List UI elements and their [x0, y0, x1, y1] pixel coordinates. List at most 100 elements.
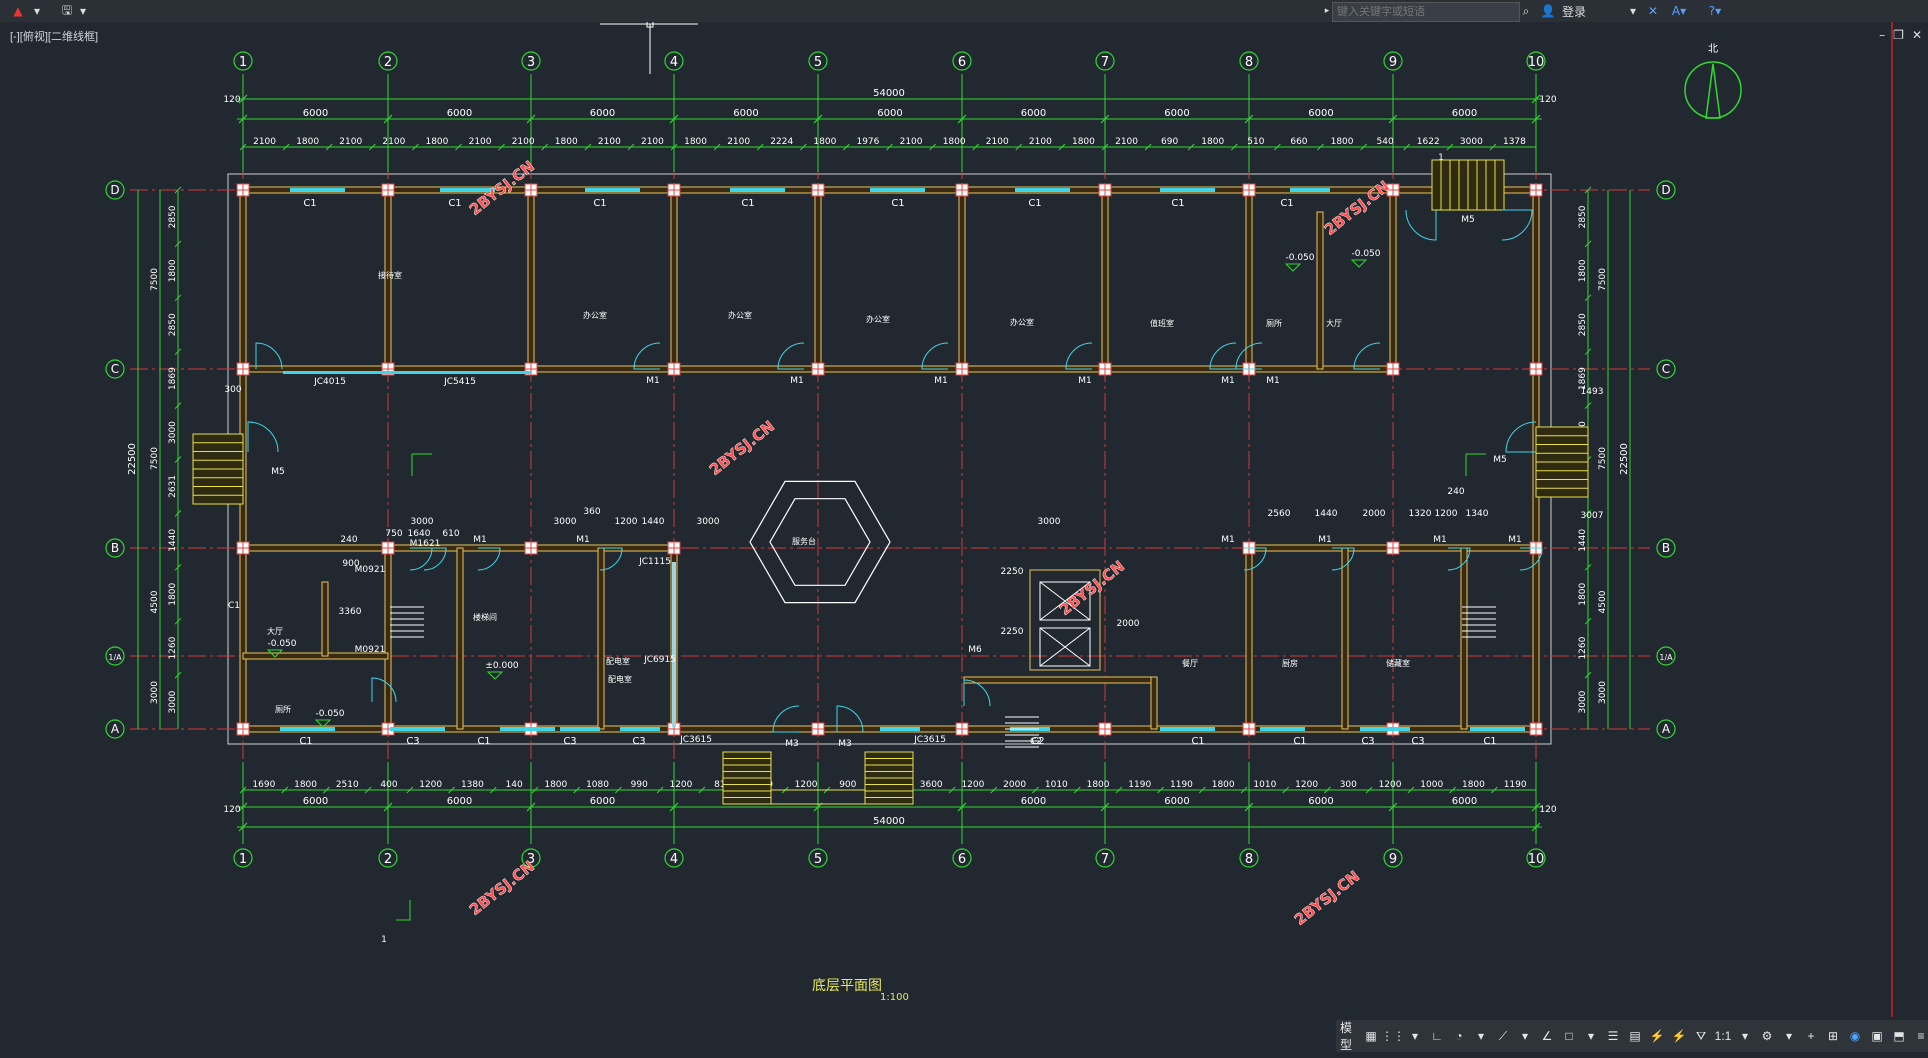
units-icon[interactable]: ⊞ [1824, 1025, 1842, 1047]
isodraft-icon[interactable]: ⟋ [1494, 1025, 1512, 1047]
sub-left-label: 3000 [168, 421, 178, 444]
help-icon[interactable]: ?▾ [1704, 1, 1726, 21]
window-band [880, 727, 920, 731]
tag-label: 750 [385, 529, 402, 539]
sub-bottom-label: 1200 [961, 780, 984, 790]
sub-top-label: 2100 [598, 137, 621, 147]
sub-top-label: 2224 [770, 137, 793, 147]
sub-top-label: 540 [1377, 137, 1394, 147]
tag-label: 3000 [554, 517, 577, 527]
scale-chevron-icon[interactable]: ▾ [1736, 1025, 1754, 1047]
search-input[interactable] [1332, 2, 1520, 22]
sub-left-label: 1869 [168, 367, 178, 390]
hardware-acceleration-icon[interactable]: ▣ [1868, 1025, 1886, 1047]
sub-bottom-label: 1800 [544, 780, 567, 790]
object-snap-tracking-icon[interactable]: ∠ [1538, 1025, 1556, 1047]
exchange-x-icon[interactable]: ✕ [1644, 1, 1662, 21]
save-icon[interactable]: 🖫 [56, 1, 78, 21]
corner-mark [411, 453, 432, 476]
wall-v [1389, 189, 1397, 370]
window-band [620, 727, 660, 731]
auto-scale-icon[interactable]: ⚡ [1670, 1025, 1688, 1047]
side-total-label: 22500 [1619, 443, 1630, 475]
clean-screen-icon[interactable]: ⬒ [1890, 1025, 1908, 1047]
object-snap-icon[interactable]: □ [1560, 1025, 1578, 1047]
tag-label: JC1115 [638, 557, 671, 567]
watermark-text: 2BYSJ.CN [706, 417, 778, 479]
app-menu-chevron-icon[interactable]: ▾ [32, 1, 42, 21]
workspace-gear-icon[interactable]: ⚙ [1758, 1025, 1776, 1047]
room-label: 厕所 [275, 704, 291, 714]
search-arrow-icon[interactable]: ▸ [1322, 0, 1332, 22]
model-tab[interactable]: 模型 [1340, 1021, 1358, 1052]
sub-bottom-label: 1080 [586, 780, 609, 790]
grid-icon[interactable]: ▦ [1362, 1025, 1380, 1047]
window-tag: C3 [1411, 736, 1424, 747]
bay-bottom-label: 6000 [303, 796, 328, 807]
north-arrow [1684, 61, 1742, 119]
binoculars-icon[interactable]: ⌕ [1518, 1, 1534, 21]
sub-top-label: 1800 [555, 137, 578, 147]
sub-bottom-label: 3600 [920, 780, 943, 790]
sub-top-label: 2100 [900, 137, 923, 147]
isodraft-chevron-icon[interactable]: ▾ [1516, 1025, 1534, 1047]
login-chevron-icon[interactable]: ▾ [1628, 1, 1638, 21]
snap-icon[interactable]: ⋮⋮ [1381, 1025, 1405, 1047]
workspace-chevron-icon[interactable]: ▾ [1780, 1025, 1798, 1047]
plus-icon[interactable]: + [1802, 1025, 1820, 1047]
annotation-scale-icon[interactable]: ⛛ [1692, 1025, 1710, 1047]
tag-label: C2 [1030, 737, 1042, 747]
sub-top-label: 1800 [813, 137, 836, 147]
bay-bottom-label: 6000 [1164, 796, 1189, 807]
annotation-visibility-icon[interactable]: ⚡ [1648, 1025, 1666, 1047]
tag-label: M3 [838, 739, 852, 749]
sub-right-label: 2850 [1578, 205, 1588, 228]
tag-label: 3007 [1581, 511, 1604, 521]
customization-menu-icon[interactable]: ≡ [1912, 1025, 1928, 1047]
edge-dim-label: 120 [223, 95, 240, 105]
axis-bubble-label: 10 [1528, 55, 1545, 70]
user-icon[interactable]: 👤 [1540, 1, 1556, 21]
infer-constraints-icon[interactable]: ∟ [1428, 1025, 1446, 1047]
door-swing [1501, 209, 1533, 241]
room-label: 办公室 [1010, 317, 1034, 327]
transparency-icon[interactable]: ▤ [1626, 1025, 1644, 1047]
door-tag: M1 [1221, 376, 1235, 386]
door-tag: M1 [1078, 376, 1092, 386]
room-label: 厨房 [1282, 658, 1298, 668]
floor-plan-canvas[interactable]: 1122334455667788991010D DC CB B1/A 1/AA A 540… [0, 22, 1928, 1032]
login-link[interactable]: 登录 [1562, 1, 1622, 21]
room-label: 办公室 [583, 310, 607, 320]
tag-label: 1320 [1409, 509, 1432, 519]
title-bar: ▲ ▾ 🖫 ▾ ▸ ⌕ 👤 登录 ▾ ✕ A▾ ?▾ [0, 0, 1928, 22]
sub-top-label: 1622 [1417, 137, 1440, 147]
object-snap-chevron-icon[interactable]: ▾ [1582, 1025, 1600, 1047]
sub-top-label: 690 [1161, 137, 1178, 147]
sub-left-label: 1260 [168, 636, 178, 659]
sub-top-label: 1800 [943, 137, 966, 147]
polar-chevron-icon[interactable]: ▾ [1472, 1025, 1490, 1047]
lineweight-icon[interactable]: ☰ [1604, 1025, 1622, 1047]
tag-label: 1340 [1466, 509, 1489, 519]
tag-label: 1200 [1435, 509, 1458, 519]
tag-label: 1640 [408, 529, 431, 539]
level-mark: -0.050 [315, 709, 344, 719]
edge-dim-label: 120 [223, 805, 240, 815]
door-tag: M1 [473, 535, 487, 545]
snap-chevron-icon[interactable]: ▾ [1406, 1025, 1424, 1047]
annotation-scale-value[interactable]: 1:1 [1714, 1025, 1732, 1047]
level-mark: -0.050 [1285, 253, 1314, 263]
autocad-logo-icon[interactable]: ▲ [4, 1, 32, 21]
polar-tracking-icon[interactable]: ◔ [1450, 1025, 1468, 1047]
a360-icon[interactable]: A▾ [1668, 1, 1690, 21]
door-swing [1505, 421, 1537, 453]
sub-bottom-label: 990 [631, 780, 648, 790]
tag-label: 1 [381, 935, 387, 945]
sub-bottom-label: 1000 [1420, 780, 1443, 790]
quick-properties-icon[interactable]: ◉ [1846, 1025, 1864, 1047]
tag-label: JC6915 [643, 655, 676, 665]
toolbar-chevron-icon[interactable]: ▾ [78, 1, 88, 21]
bay-bottom-label: 6000 [1452, 796, 1477, 807]
sub-top-label: 1800 [1331, 137, 1354, 147]
sub-right-label: 1800 [1578, 259, 1588, 282]
